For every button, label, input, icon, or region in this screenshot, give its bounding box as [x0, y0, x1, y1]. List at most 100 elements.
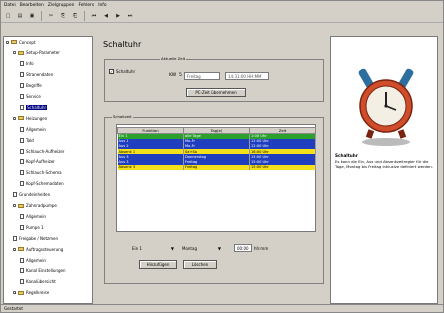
- tree-item-label: Allgemein: [26, 257, 46, 263]
- delete-button[interactable]: Löschen: [183, 260, 217, 269]
- copy-icon[interactable]: ⎘: [58, 11, 68, 21]
- tree-item-label: Heizungen: [26, 115, 48, 121]
- collapse-icon[interactable]: -: [6, 40, 9, 44]
- toolbar-separator: [84, 10, 85, 21]
- aktuelle-zeit-label: Aktuelle Zeit: [160, 56, 187, 61]
- tree-item-label: Begriffe: [26, 83, 42, 89]
- tree-item[interactable]: - Concept: [6, 39, 36, 45]
- schaltuhr-checkbox-label: Schaltuhr: [116, 69, 136, 74]
- document-icon: [20, 61, 24, 67]
- last-icon[interactable]: ⏭: [125, 11, 135, 21]
- pc-zeit-button[interactable]: PC-Zeit übernehmen: [186, 88, 246, 97]
- navigation-tree[interactable]: - Concept - Setup-Parameter Info Stranendaten…: [3, 36, 93, 304]
- document-icon: [20, 126, 24, 132]
- tree-item[interactable]: Grundeinheiten: [13, 192, 50, 198]
- table-row[interactable]: Absenk 3 Freitag 15:00 Uhr: [117, 164, 316, 170]
- checkbox-checked-icon: ✓: [109, 69, 114, 74]
- tree-item[interactable]: Kanal Einstellungen: [20, 268, 66, 274]
- tree-item[interactable]: Info: [20, 61, 34, 67]
- tree-item[interactable]: Begriffe: [20, 83, 42, 89]
- tree-item-label: Schaltuhr: [26, 104, 48, 110]
- tree-item[interactable]: Kopf-Schemadaten: [20, 181, 64, 187]
- tree-item-label: Takt: [26, 137, 35, 143]
- tree-item-label: Schlauch-Aufheizer: [26, 148, 65, 154]
- expand-icon[interactable]: +: [13, 291, 17, 295]
- table-cell-funktion: Absenk 3: [117, 164, 184, 170]
- tree-item[interactable]: - Heizungen: [13, 115, 47, 121]
- document-icon: [20, 104, 24, 110]
- tree-item-label: Schlauch-Schema: [26, 170, 62, 176]
- tree-item-label: Kopf-Schemadaten: [26, 181, 64, 187]
- back-icon[interactable]: ◀: [101, 11, 111, 21]
- alarm-clock-icon: [358, 68, 414, 146]
- tree-item[interactable]: Schlauch-Schema: [20, 170, 62, 176]
- save-icon[interactable]: ▣: [27, 11, 37, 21]
- folder-icon: [18, 290, 24, 295]
- menu-fehlers[interactable]: Fehlers: [78, 3, 94, 8]
- tree-item[interactable]: Allgemein: [20, 126, 46, 132]
- schaltuhr-checkbox[interactable]: ✓ Schaltuhr: [109, 69, 135, 74]
- cut-icon[interactable]: ✂: [46, 11, 56, 21]
- document-icon: [20, 213, 24, 219]
- open-icon[interactable]: ▤: [15, 11, 25, 21]
- document-icon: [20, 181, 24, 187]
- tree-item[interactable]: Allgemein: [20, 257, 46, 263]
- tree-item-label: Setup-Parameter: [26, 50, 60, 56]
- info-title: Schaltuhr: [335, 153, 358, 158]
- funktion-dropdown[interactable]: Ein 1 ▼: [130, 244, 176, 252]
- tree-item[interactable]: Takt: [20, 137, 34, 143]
- menu-info[interactable]: Info: [98, 3, 106, 8]
- tree-item-label: Info: [26, 61, 34, 67]
- tag-dropdown[interactable]: Montag ▼: [180, 244, 223, 252]
- collapse-icon[interactable]: -: [13, 204, 16, 208]
- tree-item[interactable]: Schlauch-Aufheizer: [20, 148, 64, 154]
- tree-item[interactable]: - Setup-Parameter: [13, 50, 60, 56]
- tree-item[interactable]: Schaltuhr: [20, 104, 48, 110]
- document-icon: [20, 170, 24, 176]
- tree-item[interactable]: Pumpe 1: [20, 224, 44, 230]
- tree-item-label: Service: [26, 94, 41, 99]
- tree-item[interactable]: Kopf-Aufheizer: [20, 159, 55, 165]
- tag-dropdown-value: Montag: [182, 245, 197, 251]
- folder-icon: [18, 116, 24, 121]
- menu-datei[interactable]: Datei: [4, 3, 16, 8]
- collapse-icon[interactable]: -: [13, 247, 16, 251]
- add-button[interactable]: Hinzufügen: [139, 260, 177, 269]
- folder-icon: [18, 203, 24, 208]
- info-text: Es kann die Ein, Aus und Absenkzeitregle…: [335, 159, 433, 169]
- tree-item[interactable]: Stranendaten: [20, 72, 53, 78]
- folder-icon: [11, 40, 17, 44]
- document-icon: [20, 137, 24, 143]
- tree-item-label: Allgemein: [26, 213, 46, 219]
- paste-icon[interactable]: ⎗: [70, 11, 80, 21]
- tree-item-label: Pumpe 1: [26, 224, 44, 230]
- menu-zielgruppen[interactable]: Zielgruppen: [48, 3, 75, 8]
- tree-item[interactable]: - Auftragssteuerung: [13, 246, 63, 252]
- forward-icon[interactable]: ▶: [113, 11, 123, 21]
- time-field[interactable]: 14:31:00 HH:MM: [225, 72, 269, 80]
- collapse-icon[interactable]: -: [13, 116, 16, 120]
- tree-item[interactable]: Kanalübersicht: [20, 279, 56, 285]
- tree-item-label: Zahnradpumpe: [26, 203, 57, 208]
- document-icon: [20, 148, 24, 154]
- first-icon[interactable]: ⏮: [89, 11, 99, 21]
- tree-item[interactable]: Allgemein: [20, 213, 46, 219]
- tree-item-label: Stranendaten: [26, 72, 54, 78]
- day-field[interactable]: Freitag: [184, 72, 220, 80]
- time-input[interactable]: 00:00: [234, 244, 252, 252]
- toolbar: □ ▤ ▣ ✂ ⎘ ⎗ ⏮ ◀ ▶ ⏭: [1, 9, 443, 23]
- schedule-table[interactable]: Funktion Tag(e) Zeit Ein 1 alle Tage 1:00 …: [117, 127, 316, 170]
- document-icon: [20, 159, 24, 165]
- menu-bar: Datei Bearbeiten Zielgruppen Fehlers Inf…: [1, 1, 443, 9]
- menu-bearbeiten[interactable]: Bearbeiten: [20, 3, 44, 8]
- document-icon: [13, 235, 17, 241]
- tree-item-label: Concept: [19, 39, 36, 45]
- tree-item-label: Grundeinheiten: [19, 192, 51, 198]
- tree-item[interactable]: + Regelkreise: [13, 290, 49, 296]
- tree-item[interactable]: Service: [20, 94, 41, 100]
- tree-item[interactable]: Freigabe / Netzmen: [13, 235, 58, 241]
- tree-item[interactable]: - Zahnradpumpe: [13, 203, 57, 209]
- new-icon[interactable]: □: [3, 11, 13, 21]
- tree-item-label: Kanalübersicht: [26, 279, 56, 285]
- collapse-icon[interactable]: -: [13, 51, 16, 55]
